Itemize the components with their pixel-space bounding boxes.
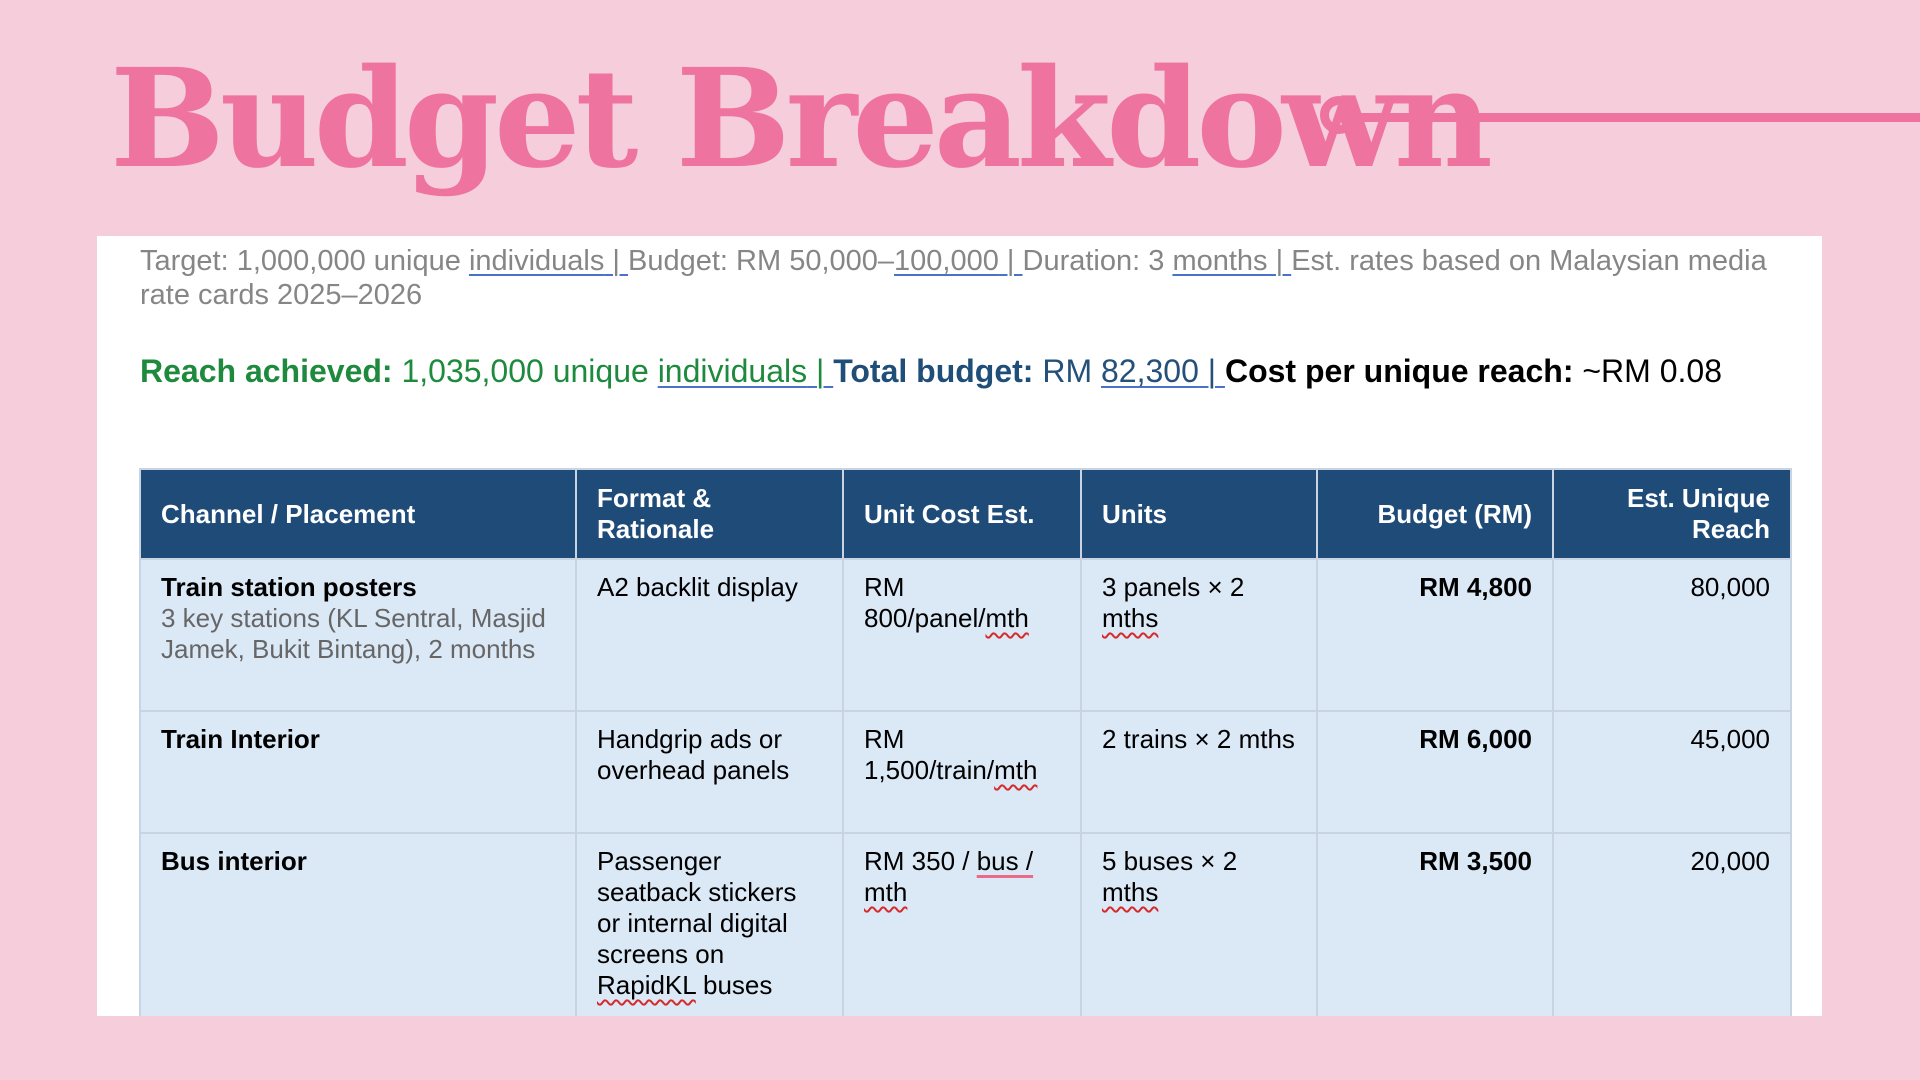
budget-upper: 100,000 | bbox=[894, 245, 1023, 277]
cell-format: A2 backlit display bbox=[575, 558, 844, 712]
cost-per-reach: Cost per unique reach: ~RM 0.08 bbox=[1224, 353, 1722, 389]
cell-unit-cost: RM 350 / bus / mth bbox=[842, 832, 1082, 1016]
budget-summary: Total budget: RM 82,300 | bbox=[833, 353, 1225, 389]
cell-channel: Train Interior bbox=[139, 710, 577, 834]
cell-format: Handgrip ads or overhead panels bbox=[575, 710, 844, 834]
cell-reach: 80,000 bbox=[1552, 558, 1792, 712]
col-header-budget: Budget (RM) bbox=[1316, 468, 1554, 560]
table-header-row: Channel / Placement Format & Rationale U… bbox=[139, 468, 1792, 560]
cell-units: 2 trains × 2 mths bbox=[1080, 710, 1318, 834]
table-row: Train Interior Handgrip ads or overhead … bbox=[139, 710, 1792, 834]
document-panel: Target: 1,000,000 unique individuals | B… bbox=[97, 236, 1822, 1016]
duration-word: months | bbox=[1172, 245, 1292, 277]
cell-channel: Train station posters 3 key stations (KL… bbox=[139, 558, 577, 712]
budget-text: Budget: RM 50,000– bbox=[628, 245, 895, 277]
summary-line: Reach achieved: 1,035,000 unique individ… bbox=[140, 352, 1815, 390]
cell-units: 3 panels × 2 mths bbox=[1080, 558, 1318, 712]
decorative-circle bbox=[1320, 96, 1358, 134]
decorative-line bbox=[1357, 113, 1920, 122]
col-header-format: Format & Rationale bbox=[575, 468, 844, 560]
col-header-reach: Est. Unique Reach bbox=[1552, 468, 1792, 560]
target-word: individuals | bbox=[468, 245, 629, 277]
page-title: Budget Breakdown bbox=[110, 39, 1493, 199]
cell-reach: 45,000 bbox=[1552, 710, 1792, 834]
cell-channel: Bus interior bbox=[139, 832, 577, 1016]
cell-unit-cost: RM 800/panel/mth bbox=[842, 558, 1082, 712]
duration-text: Duration: 3 bbox=[1022, 245, 1173, 277]
table-row: Train station posters 3 key stations (KL… bbox=[139, 558, 1792, 712]
cell-budget: RM 6,000 bbox=[1316, 710, 1554, 834]
intro-paragraph: Target: 1,000,000 unique individuals | B… bbox=[140, 244, 1815, 312]
budget-table: Channel / Placement Format & Rationale U… bbox=[139, 468, 1792, 1016]
cell-format: Passenger seatback stickers or internal … bbox=[575, 832, 844, 1016]
cell-budget: RM 3,500 bbox=[1316, 832, 1554, 1016]
col-header-units: Units bbox=[1080, 468, 1318, 560]
col-header-unit-cost: Unit Cost Est. bbox=[842, 468, 1082, 560]
cell-unit-cost: RM 1,500/train/mth bbox=[842, 710, 1082, 834]
col-header-channel: Channel / Placement bbox=[139, 468, 577, 560]
cell-units: 5 buses × 2 mths bbox=[1080, 832, 1318, 1016]
target-text: Target: 1,000,000 unique bbox=[140, 245, 469, 277]
cell-reach: 20,000 bbox=[1552, 832, 1792, 1016]
cell-budget: RM 4,800 bbox=[1316, 558, 1554, 712]
table-row: Bus interior Passenger seatback stickers… bbox=[139, 832, 1792, 1016]
reach-summary: Reach achieved: 1,035,000 unique individ… bbox=[140, 353, 834, 389]
